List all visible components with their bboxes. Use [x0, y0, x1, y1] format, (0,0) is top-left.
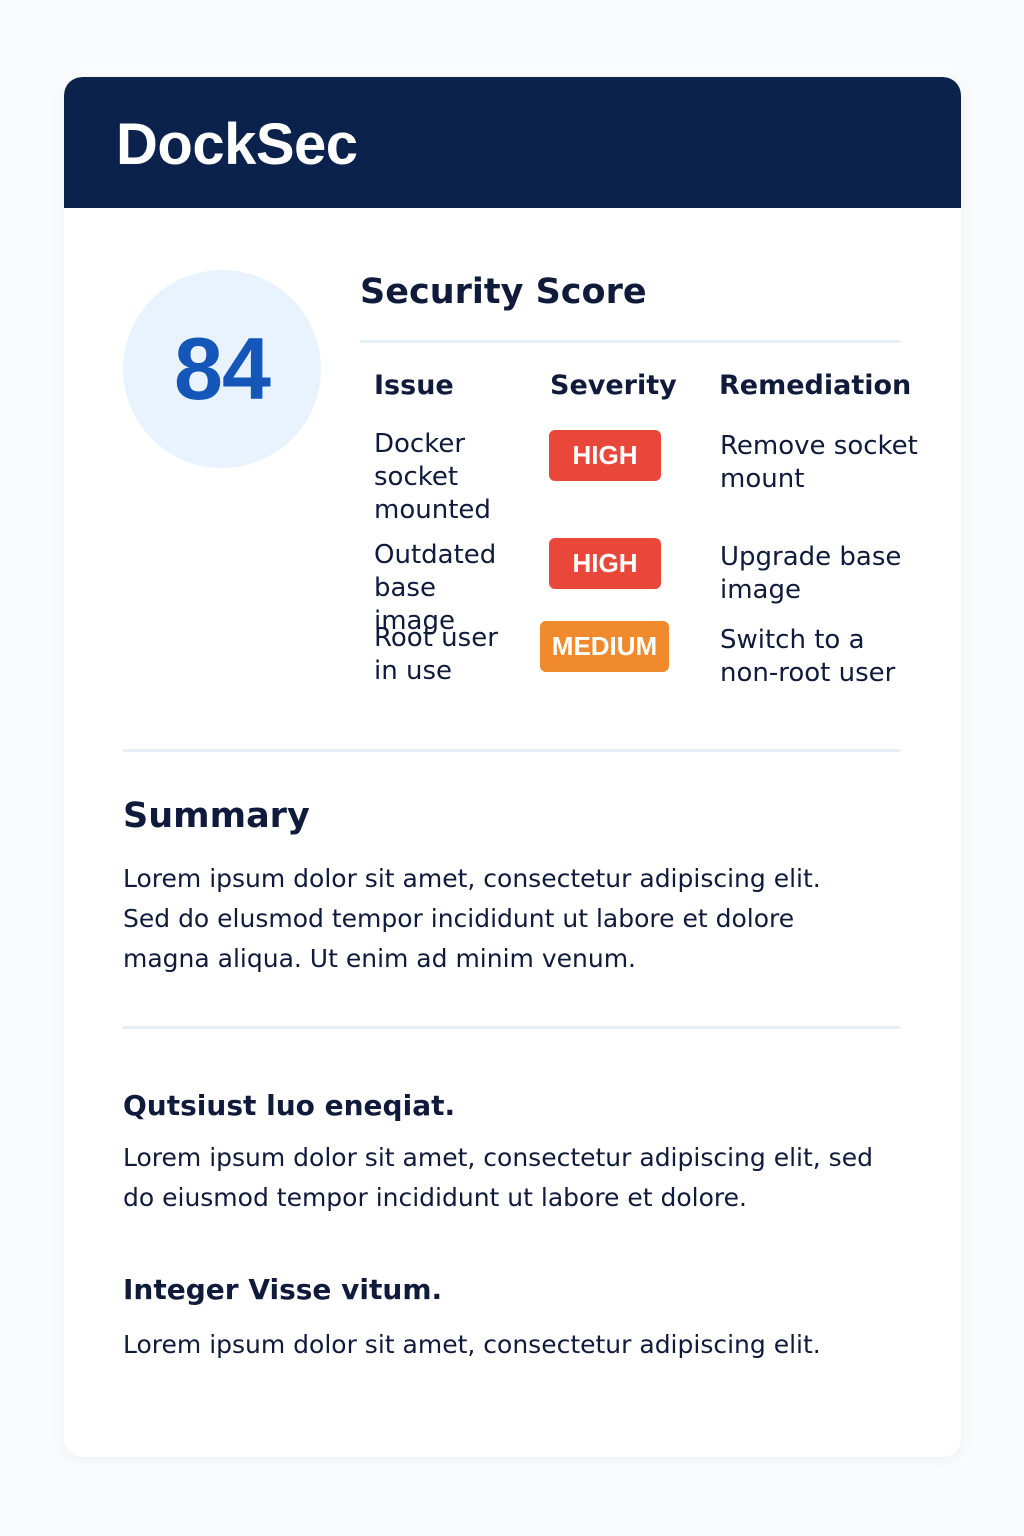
issue-line: mounted [374, 495, 491, 525]
remediation-cell: Switch to a non-root user [720, 624, 935, 690]
issue-cell: Docker socket mounted [374, 428, 524, 527]
column-header-issue: Issue [374, 370, 454, 401]
severity-badge-high: HIGH [549, 430, 661, 481]
summary-line: magna aliqua. Ut enim ad minim venum. [123, 944, 637, 973]
remediation-line: non-root user [720, 658, 896, 688]
remediation-line: Switch to a [720, 625, 865, 655]
severity-badge-high: HIGH [549, 538, 661, 589]
section-body: Lorem ipsum dolor sit amet, consectetur … [123, 1325, 923, 1365]
issue-line: Outdated [374, 540, 497, 570]
issue-line: Docker [374, 429, 466, 459]
security-score-heading: Security Score [360, 272, 647, 312]
remediation-line: image [720, 575, 801, 605]
summary-line: Lorem ipsum dolor sit amet, consectetur … [123, 864, 821, 893]
app-title: DockSec [116, 112, 358, 177]
section-title: Qutsiust luo eneqiat. [123, 1089, 456, 1122]
summary-body: Lorem ipsum dolor sit amet, consectetur … [123, 859, 923, 979]
issue-line: Root user [374, 623, 498, 653]
remediation-line: Upgrade base [720, 542, 902, 572]
severity-badge-medium: MEDIUM [540, 621, 669, 672]
summary-title: Summary [123, 796, 310, 836]
issue-line: in use [374, 656, 452, 686]
section-line: Lorem ipsum dolor sit amet, consectetur … [123, 1143, 873, 1172]
section-divider [123, 1026, 900, 1029]
summary-line: Sed do elusmod tempor incididunt ut labo… [123, 904, 795, 933]
issue-line: socket [374, 462, 459, 492]
report-card: DockSec 84 Security Score Issue Severity… [64, 77, 961, 1457]
remediation-cell: Upgrade base image [720, 541, 935, 607]
issue-cell: Root user in use [374, 622, 524, 688]
column-header-severity: Severity [550, 370, 677, 401]
score-circle: 84 [123, 270, 321, 468]
column-header-remediation: Remediation [719, 370, 912, 401]
remediation-cell: Remove socket mount [720, 430, 935, 496]
score-value: 84 [174, 319, 271, 418]
remediation-line: Remove socket [720, 431, 918, 461]
section-divider [123, 749, 900, 752]
section-title: Integer Visse vitum. [123, 1273, 443, 1306]
remediation-line: mount [720, 464, 805, 494]
section-line: do eiusmod tempor incididunt ut labore e… [123, 1183, 747, 1212]
section-body: Lorem ipsum dolor sit amet, consectetur … [123, 1138, 923, 1218]
app-header: DockSec [64, 77, 961, 208]
section-line: Lorem ipsum dolor sit amet, consectetur … [123, 1330, 821, 1359]
score-divider [360, 340, 900, 343]
